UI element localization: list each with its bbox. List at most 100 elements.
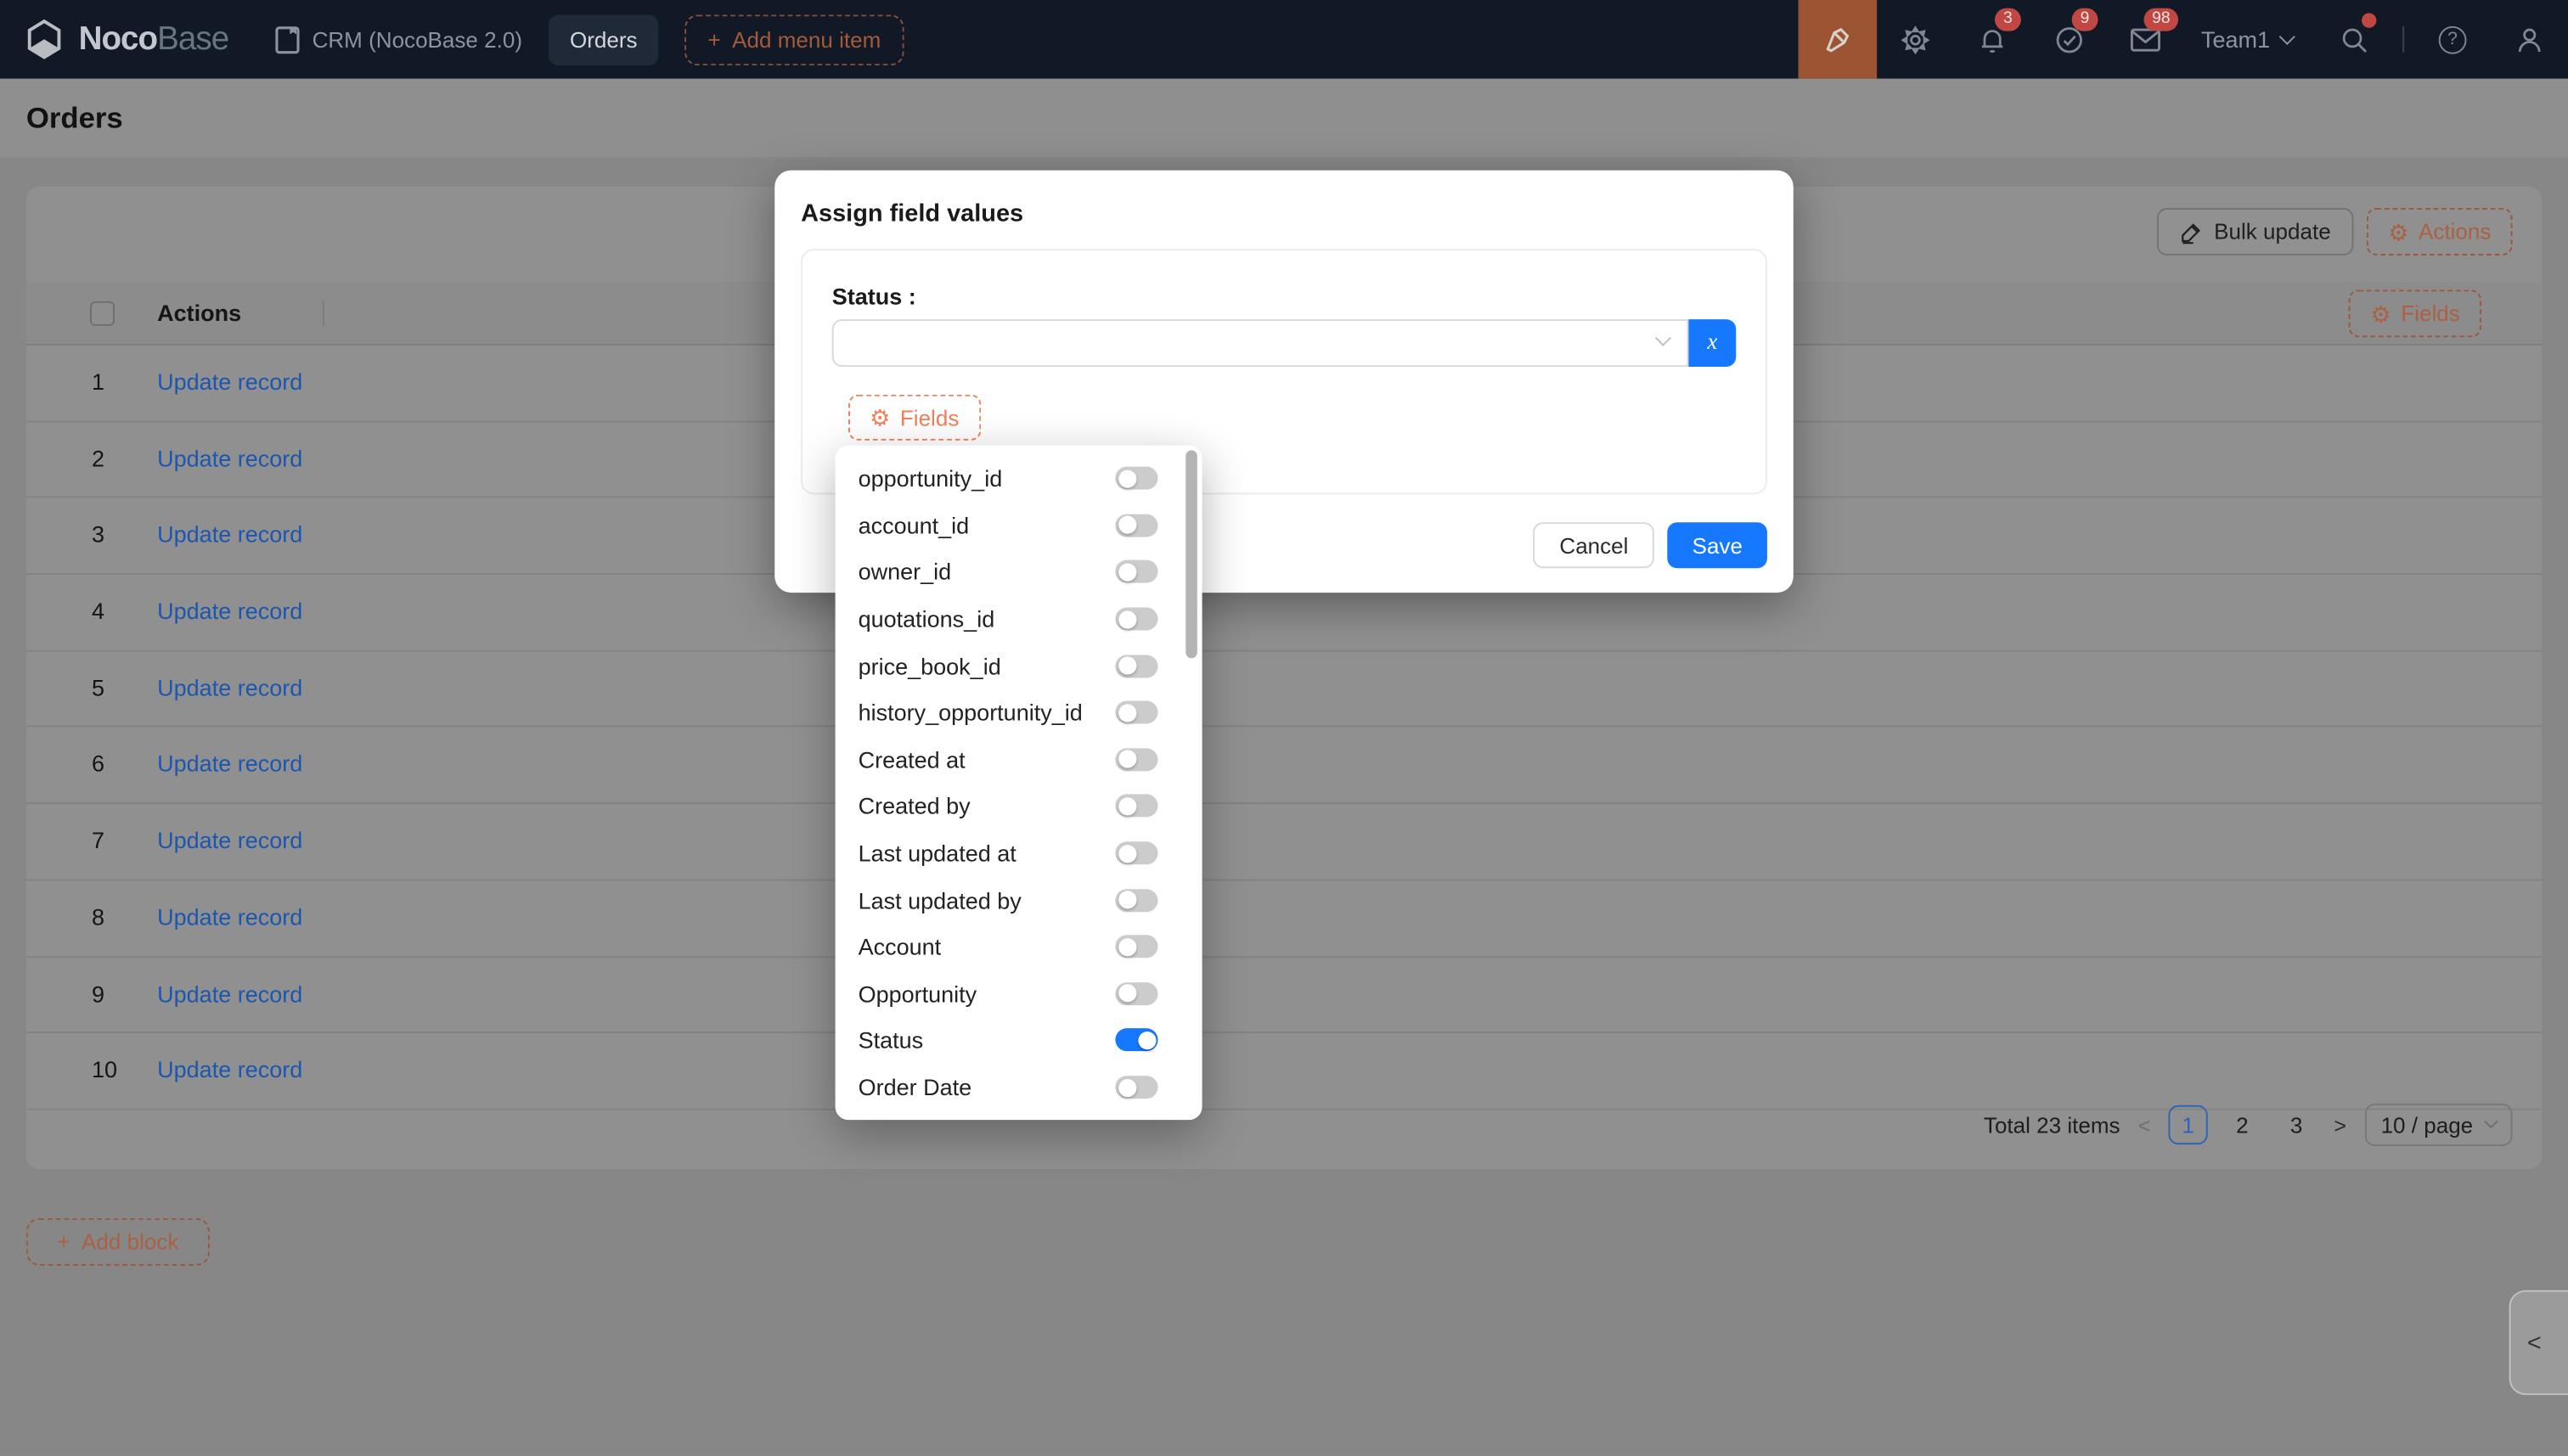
chevron-down-icon <box>1655 330 1671 346</box>
team-switcher[interactable]: Team1 <box>2201 26 2293 53</box>
add-menu-item-button[interactable]: + Add menu item <box>684 14 904 65</box>
field-toggle[interactable] <box>1115 1029 1157 1052</box>
navbar-divider <box>2402 26 2404 53</box>
field-menu-item[interactable]: Status <box>836 1017 1202 1064</box>
tasks-button[interactable]: 9 <box>2030 0 2108 79</box>
table-row: 6 Update record <box>26 728 2542 804</box>
update-record-link[interactable]: Update record <box>157 827 302 853</box>
update-record-link[interactable]: Update record <box>157 368 302 395</box>
cancel-button[interactable]: Cancel <box>1534 522 1655 568</box>
field-menu-item[interactable]: Opportunity <box>836 970 1202 1017</box>
prev-page-button[interactable]: < <box>2135 1112 2154 1137</box>
variable-button[interactable]: x <box>1688 319 1736 367</box>
user-menu-button[interactable] <box>2491 0 2568 79</box>
update-record-link[interactable]: Update record <box>157 521 302 548</box>
update-record-link[interactable]: Update record <box>157 674 302 700</box>
actions-config-button[interactable]: ⚙ Actions <box>2367 208 2512 256</box>
field-toggle[interactable] <box>1115 561 1157 584</box>
nav-tab-orders[interactable]: Orders <box>549 14 659 65</box>
field-menu-item[interactable]: Last updated at <box>836 829 1202 876</box>
row-index: 9 <box>92 980 104 1006</box>
field-menu-item[interactable]: Created by <box>836 783 1202 829</box>
field-menu-item[interactable]: owner_id <box>836 548 1202 595</box>
field-toggle[interactable] <box>1115 748 1157 771</box>
task-badge: 9 <box>2072 8 2098 31</box>
status-field-label: Status : <box>832 284 916 310</box>
search-button[interactable] <box>2316 0 2393 79</box>
fields-config-button[interactable]: ⚙ Fields <box>2349 290 2481 337</box>
update-record-link[interactable]: Update record <box>157 750 302 777</box>
nocobase-logo[interactable]: NocoBase <box>23 18 228 60</box>
field-menu-item[interactable]: Created at <box>836 736 1202 783</box>
field-toggle[interactable] <box>1115 936 1157 958</box>
sidebar-collapse-handle[interactable]: < <box>2509 1290 2568 1395</box>
field-toggle[interactable] <box>1115 514 1157 537</box>
gear-icon: ⚙ <box>870 406 890 429</box>
next-page-button[interactable]: > <box>2331 1112 2350 1137</box>
table-row: 10Update record <box>26 1033 2542 1110</box>
user-icon <box>2514 24 2545 55</box>
add-block-button[interactable]: + Add block <box>26 1218 210 1266</box>
page-number-2[interactable]: 2 <box>2222 1105 2261 1144</box>
field-menu-item[interactable]: opportunity_id <box>836 455 1202 502</box>
row-index: 8 <box>92 903 104 930</box>
update-record-link[interactable]: Update record <box>157 445 302 471</box>
workspace-switcher[interactable]: CRM (NocoBase 2.0) <box>274 25 522 53</box>
field-toggle[interactable] <box>1115 608 1157 631</box>
field-menu-item[interactable]: history_opportunity_id <box>836 689 1202 736</box>
save-button[interactable]: Save <box>1668 522 1767 568</box>
row-index: 4 <box>92 598 104 624</box>
field-toggle[interactable] <box>1115 841 1157 864</box>
search-icon <box>2339 24 2370 55</box>
field-menu-item[interactable]: account_id <box>836 502 1202 548</box>
update-record-link[interactable]: Update record <box>157 598 302 624</box>
field-toggle[interactable] <box>1115 1076 1157 1099</box>
page-size-select[interactable]: 10 / page <box>2364 1104 2512 1146</box>
update-record-link[interactable]: Update record <box>157 980 302 1006</box>
messages-button[interactable]: 98 <box>2108 0 2185 79</box>
field-menu-item[interactable]: price_book_id <box>836 643 1202 689</box>
update-record-link[interactable]: Update record <box>157 903 302 930</box>
page-number-3[interactable]: 3 <box>2277 1105 2316 1144</box>
field-toggle[interactable] <box>1115 889 1157 912</box>
gear-icon <box>1900 24 1931 55</box>
chevron-down-icon <box>2484 1115 2498 1128</box>
row-index: 6 <box>92 750 104 777</box>
logo-text-noco: Noco <box>79 20 158 58</box>
field-toggle[interactable] <box>1115 467 1157 490</box>
modal-fields-config-button[interactable]: ⚙ Fields <box>848 395 980 441</box>
plus-icon: + <box>57 1229 70 1254</box>
field-menu-item[interactable]: quotations_id <box>836 596 1202 643</box>
nocobase-logo-icon <box>23 18 65 60</box>
gear-icon: ⚙ <box>2388 220 2408 243</box>
bulk-update-button[interactable]: Bulk update <box>2157 208 2354 256</box>
fields-dropdown-menu: opportunity_id account_id owner_id quota… <box>836 446 1202 1121</box>
workspace-label: CRM (NocoBase 2.0) <box>313 27 522 52</box>
field-menu-item[interactable]: Account <box>836 924 1202 970</box>
page-number-1[interactable]: 1 <box>2169 1105 2208 1144</box>
table-row: 7Update record <box>26 804 2542 880</box>
update-record-link[interactable]: Update record <box>157 1056 302 1082</box>
ui-editor-button[interactable] <box>1799 0 1878 79</box>
mail-badge: 98 <box>2143 8 2178 31</box>
notifications-button[interactable]: 3 <box>1954 0 2031 79</box>
select-all-checkbox[interactable] <box>90 301 115 326</box>
collapse-left-icon: < <box>2527 1329 2542 1357</box>
row-index: 5 <box>92 674 104 700</box>
pagination: Total 23 items < 1 2 3 > 10 / page <box>1984 1104 2513 1146</box>
plugin-settings-button[interactable] <box>1877 0 1954 79</box>
field-toggle[interactable] <box>1115 795 1157 818</box>
scrollbar-thumb[interactable] <box>1185 450 1197 658</box>
field-menu-item[interactable]: Last updated by <box>836 876 1202 923</box>
field-toggle[interactable] <box>1115 655 1157 677</box>
table-row: 5 Update record <box>26 651 2542 728</box>
pagination-total: Total 23 items <box>1984 1112 2120 1137</box>
column-divider <box>323 301 324 326</box>
plus-icon: + <box>707 27 720 52</box>
field-toggle[interactable] <box>1115 701 1157 724</box>
status-select[interactable] <box>832 319 1689 367</box>
field-menu-item[interactable]: Order Date <box>836 1064 1202 1110</box>
help-button[interactable]: ? <box>2414 0 2492 79</box>
field-toggle[interactable] <box>1115 982 1157 1005</box>
app-root: NocoBase CRM (NocoBase 2.0) Orders + Add… <box>0 0 2568 1456</box>
